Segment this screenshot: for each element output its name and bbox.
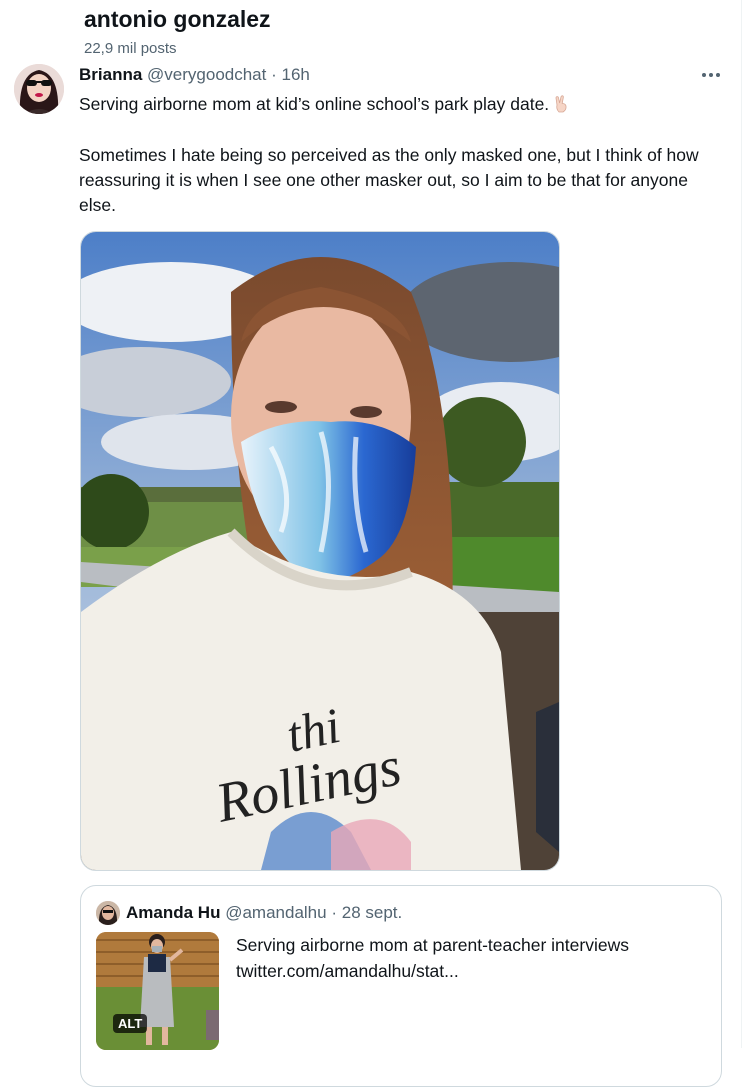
quoted-author-name: Amanda Hu: [126, 903, 221, 922]
quoted-tweet-header: Amanda Hu @amandalhu · 28 sept.: [126, 903, 402, 923]
author-avatar[interactable]: [14, 64, 64, 114]
quoted-author-handle: @amandalhu: [225, 903, 327, 922]
separator: ·: [331, 903, 337, 922]
quoted-tweet-thumbnail[interactable]: ALT: [96, 932, 219, 1050]
quoted-tweet-date: 28 sept.: [341, 903, 403, 922]
author-name[interactable]: Brianna: [79, 65, 142, 84]
quoted-tweet-link[interactable]: twitter.com/amandalhu/stat...: [236, 958, 706, 984]
quoted-tweet-card[interactable]: Amanda Hu @amandalhu · 28 sept. ALT Serv…: [80, 885, 722, 1087]
quoted-tweet-text: Serving airborne mom at parent-teacher i…: [236, 932, 706, 984]
profile-name: antonio gonzalez: [84, 6, 271, 32]
alt-text-badge[interactable]: ALT: [113, 1014, 148, 1033]
column-divider: [741, 0, 742, 1048]
post-count: 22,9 mil posts: [84, 40, 177, 57]
separator: ·: [271, 65, 277, 84]
more-horizontal-icon: [702, 73, 720, 77]
quoted-author-avatar[interactable]: [96, 901, 120, 925]
tweet-photo[interactable]: thi Rollings: [80, 231, 560, 871]
tweet-text-paragraph-2: Sometimes I hate being so perceived as t…: [79, 145, 699, 215]
tweet-text-paragraph-1: Serving airborne mom at kid’s online sch…: [79, 92, 729, 117]
tweet-timestamp[interactable]: 16h: [282, 65, 310, 84]
author-handle[interactable]: @verygoodchat: [147, 65, 266, 84]
victory-hand-emoji: [553, 95, 571, 113]
profile-header: antonio gonzalez 22,9 mil posts: [0, 0, 750, 62]
more-options-button[interactable]: [697, 63, 725, 87]
tweet-header: Brianna @verygoodchat · 16h: [79, 65, 310, 85]
quoted-tweet-text-line: Serving airborne mom at parent-teacher i…: [236, 935, 629, 955]
